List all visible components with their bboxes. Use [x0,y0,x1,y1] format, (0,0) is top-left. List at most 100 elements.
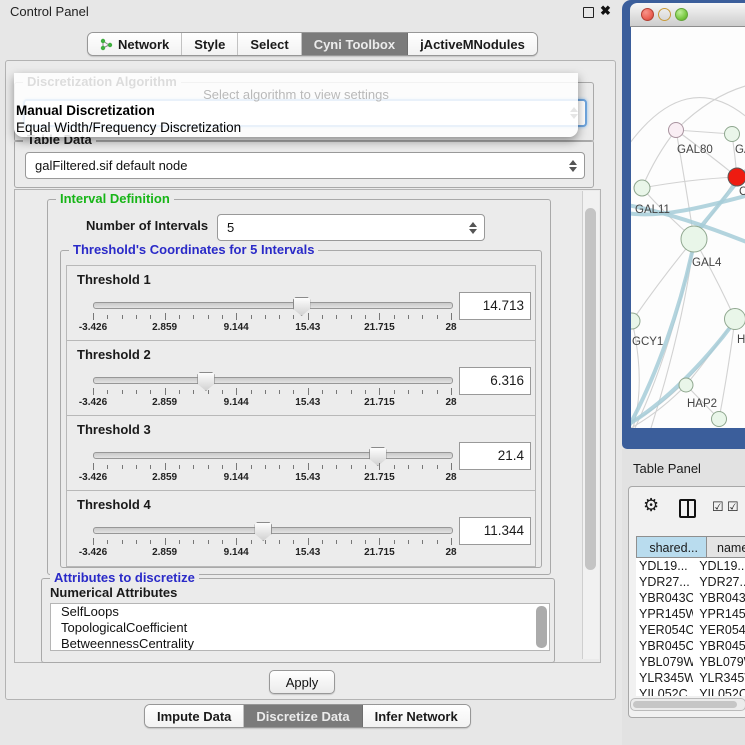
tick-mark [422,315,423,319]
table-row[interactable]: YBL079WYBL079W [636,654,745,670]
thresholds-group-title: Threshold's Coordinates for 5 Intervals [69,242,318,257]
threshold-slider-track[interactable] [93,452,453,459]
number-of-intervals-combobox[interactable]: 5 [217,214,485,241]
scrollbar-thumb[interactable] [633,701,737,708]
scrollbar-thumb[interactable] [585,208,596,570]
network-node[interactable] [634,180,650,196]
checkbox-checked-icon[interactable]: ☑ [712,499,724,515]
table-row[interactable]: YER054CYER054C [636,622,745,638]
table-row[interactable]: YPR145WYPR145W [636,606,745,622]
tick-mark [437,465,438,469]
dropdown-option-equal-width[interactable]: Equal Width/Frequency Discretization [16,120,241,135]
tab-jactivemnodules[interactable]: jActiveMNodules [408,33,537,55]
threshold-value-field[interactable]: 21.4 [459,442,531,470]
tick-mark [122,465,123,469]
tab-select[interactable]: Select [238,33,301,55]
tick-mark [336,540,337,544]
minimize-traffic-light-icon[interactable] [658,8,671,21]
tick-mark [336,390,337,394]
network-node[interactable] [681,226,707,252]
network-edge[interactable] [642,177,737,188]
threshold-slider-track[interactable] [93,377,453,384]
network-node[interactable] [631,313,640,329]
tab-discretize-data[interactable]: Discretize Data [244,705,362,727]
threshold-value-field[interactable]: 14.713 [459,292,531,320]
network-canvas[interactable]: GAL80GACGAL11GAL4GCY1HHAP2 [631,27,745,428]
dropdown-placeholder-option[interactable]: Select algorithm to view settings [14,87,578,102]
network-edge[interactable] [642,130,676,188]
tick-mark [165,313,166,320]
network-node-label: GAL11 [635,204,670,216]
table-row[interactable]: YDR27...YDR27... [636,574,745,590]
network-node[interactable] [725,127,740,142]
table-horizontal-scrollbar[interactable] [630,698,745,711]
list-item[interactable]: BetweennessCentrality [51,636,549,651]
column-header-name[interactable]: name [706,536,745,558]
tick-mark [394,390,395,394]
tick-mark [351,390,352,394]
network-node[interactable] [669,123,684,138]
cell-name: YBR043C [693,590,745,606]
network-edge[interactable] [676,85,745,130]
close-traffic-light-icon[interactable] [641,8,654,21]
tick-mark [293,315,294,319]
tick-mark [379,388,380,395]
network-icon [100,38,113,51]
tick-label: 28 [445,472,456,483]
tick-mark [265,540,266,544]
tick-mark [308,463,309,470]
list-scrollbar-thumb[interactable] [536,606,547,648]
tick-mark [351,465,352,469]
network-node[interactable] [728,168,745,186]
table-row[interactable]: YDL19...YDL19... [636,558,745,574]
tick-mark [437,540,438,544]
cell-name: YBL079W [693,654,745,670]
threshold-panel: Threshold 1-3.4262.8599.14415.4321.71528… [66,265,536,342]
network-edge[interactable] [631,319,735,423]
network-edge[interactable] [676,130,732,134]
network-canvas-svg: GAL80GACGAL11GAL4GCY1HHAP2 [631,27,745,428]
table-panel-title: Table Panel [633,461,701,476]
tick-mark [150,390,151,394]
threshold-value-field[interactable]: 11.344 [459,517,531,545]
checkbox-checked-icon[interactable]: ☑ [727,499,739,515]
gear-icon[interactable]: ⚙ [643,495,659,516]
tab-network[interactable]: Network [88,33,182,55]
threshold-slider-track[interactable] [93,302,453,309]
network-node[interactable] [725,309,745,330]
tick-mark [422,390,423,394]
tick-label: 28 [445,547,456,558]
tick-mark [336,465,337,469]
dropdown-option-manual-discretization[interactable]: Manual Discretization [16,103,155,118]
column-layout-icon[interactable] [679,499,696,518]
table-row[interactable]: YIL052CYIL052C [636,686,745,696]
tab-infer-network[interactable]: Infer Network [363,705,470,727]
numerical-attributes-list[interactable]: SelfLoopsTopologicalCoefficientBetweenne… [50,603,550,651]
tab-impute-data[interactable]: Impute Data [145,705,244,727]
network-window-titlebar[interactable] [630,3,745,27]
tick-mark [394,315,395,319]
tick-mark [293,390,294,394]
column-header-shared-name[interactable]: shared... [636,536,707,558]
tick-mark [122,315,123,319]
network-node[interactable] [679,378,693,392]
table-row[interactable]: YLR345WYLR345W [636,670,745,686]
cell-name: YER054C [693,622,745,638]
float-window-icon[interactable] [583,7,594,18]
table-data-combobox[interactable]: galFiltered.sif default node [25,152,585,179]
tab-style[interactable]: Style [182,33,238,55]
table-row[interactable]: YBR043CYBR043C [636,590,745,606]
threshold-value-field[interactable]: 6.316 [459,367,531,395]
list-item[interactable]: SelfLoops [51,604,549,620]
close-icon[interactable]: ✖ [600,3,611,19]
settings-vertical-scrollbar[interactable] [582,191,599,659]
settings-scroll-panel: Interval Definition Number of Intervals … [14,189,601,663]
threshold-slider-track[interactable] [93,527,453,534]
control-panel-titlebar: Control Panel ✖ [0,0,620,24]
list-item[interactable]: TopologicalCoefficient [51,620,549,636]
apply-button[interactable]: Apply [269,670,335,694]
tab-cyni-toolbox[interactable]: Cyni Toolbox [302,33,408,55]
zoom-traffic-light-icon[interactable] [675,8,688,21]
network-node[interactable] [712,412,727,427]
table-row[interactable]: YBR045CYBR045C [636,638,745,654]
